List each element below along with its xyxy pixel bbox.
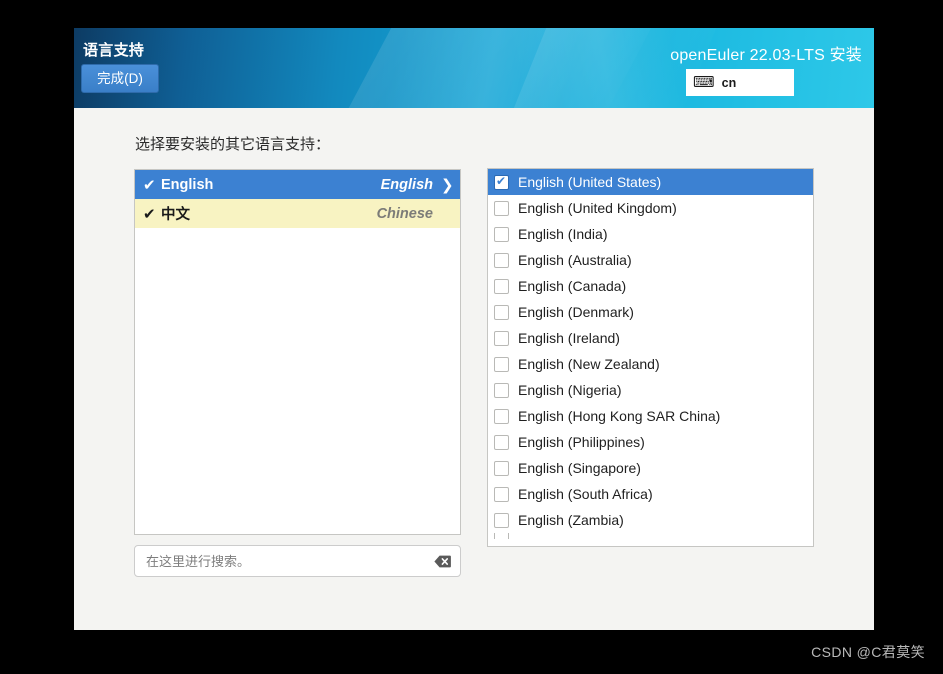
checkbox[interactable] [494, 174, 509, 190]
search-input[interactable] [144, 552, 434, 570]
locale-label: English (Singapore) [518, 460, 641, 476]
installer-content: 选择要安装的其它语言支持： ✔ English English ❯ ✔ 中文 C… [74, 108, 874, 630]
clear-backspace-icon[interactable] [434, 555, 451, 568]
list-item[interactable]: English (United Kingdom) [488, 195, 813, 221]
language-native-name: 中文 [161, 207, 190, 223]
list-item[interactable]: ✔ 中文 Chinese [135, 199, 460, 228]
locale-label: English (South Africa) [518, 486, 653, 502]
language-list[interactable]: ✔ English English ❯ ✔ 中文 Chinese [134, 169, 461, 535]
locale-label: English (Ireland) [518, 330, 620, 346]
locale-label: English (Australia) [518, 252, 632, 268]
list-item[interactable]: English (New Zealand) [488, 351, 813, 377]
list-item[interactable]: English (Canada) [488, 273, 813, 299]
chevron-right-icon: ❯ [441, 176, 454, 194]
locale-label: English (United States) [518, 174, 662, 190]
done-button[interactable]: 完成(D) [81, 64, 159, 93]
list-item[interactable]: English (India) [488, 221, 813, 247]
list-item[interactable]: English (Nigeria) [488, 377, 813, 403]
locale-label: English (Nigeria) [518, 382, 622, 398]
checkbox[interactable] [494, 226, 509, 242]
checkbox[interactable] [494, 304, 509, 320]
list-item[interactable]: English (Philippines) [488, 429, 813, 455]
list-item[interactable]: English (Singapore) [488, 455, 813, 481]
checkbox[interactable] [494, 252, 509, 268]
installer-window: 语言支持 完成(D) openEuler 22.03-LTS 安装 ⌨ cn 选… [74, 28, 874, 630]
locale-label: English (New Zealand) [518, 356, 660, 372]
checkbox[interactable] [494, 330, 509, 346]
locale-label: English (Hong Kong SAR China) [518, 408, 721, 424]
list-item[interactable]: English (Zambia) [488, 507, 813, 533]
checkbox[interactable] [494, 382, 509, 398]
checkbox[interactable] [494, 533, 509, 539]
list-item[interactable] [488, 533, 813, 539]
check-icon: ✔ [143, 176, 156, 194]
locale-list[interactable]: English (United States) English (United … [487, 168, 814, 547]
list-item[interactable]: English (Australia) [488, 247, 813, 273]
list-item[interactable]: English (South Africa) [488, 481, 813, 507]
watermark: CSDN @C君莫笑 [811, 644, 925, 660]
locale-label: English (United Kingdom) [518, 200, 677, 216]
checkbox[interactable] [494, 200, 509, 216]
checkbox[interactable] [494, 356, 509, 372]
checkbox[interactable] [494, 460, 509, 476]
list-item[interactable]: ✔ English English ❯ [135, 170, 460, 199]
locale-label: English (Philippines) [518, 434, 645, 450]
check-icon: ✔ [143, 205, 156, 223]
language-native-name: English [161, 176, 214, 193]
list-item[interactable]: English (Denmark) [488, 299, 813, 325]
checkbox[interactable] [494, 278, 509, 294]
list-item[interactable]: English (Ireland) [488, 325, 813, 351]
list-item[interactable]: English (Hong Kong SAR China) [488, 403, 813, 429]
list-item[interactable]: English (United States) [488, 169, 813, 195]
locale-label: English (Zambia) [518, 512, 624, 528]
checkbox[interactable] [494, 512, 509, 528]
locale-label: English (India) [518, 226, 608, 242]
instruction-label: 选择要安装的其它语言支持： [135, 136, 331, 153]
checkbox[interactable] [494, 434, 509, 450]
keyboard-icon: ⌨ [693, 74, 715, 91]
page-title: 语言支持 [83, 42, 145, 59]
keyboard-layout-label: cn [721, 75, 737, 90]
language-english-name: Chinese [376, 205, 433, 222]
checkbox[interactable] [494, 408, 509, 424]
installer-header: 语言支持 完成(D) openEuler 22.03-LTS 安装 ⌨ cn [74, 28, 874, 108]
search-box[interactable] [134, 545, 461, 577]
checkbox[interactable] [494, 486, 509, 502]
locale-label: English (Canada) [518, 278, 627, 294]
keyboard-layout-indicator[interactable]: ⌨ cn [686, 69, 794, 96]
locale-label: English (Denmark) [518, 304, 634, 320]
language-english-name: English [380, 176, 433, 193]
product-title: openEuler 22.03-LTS 安装 [670, 47, 862, 64]
